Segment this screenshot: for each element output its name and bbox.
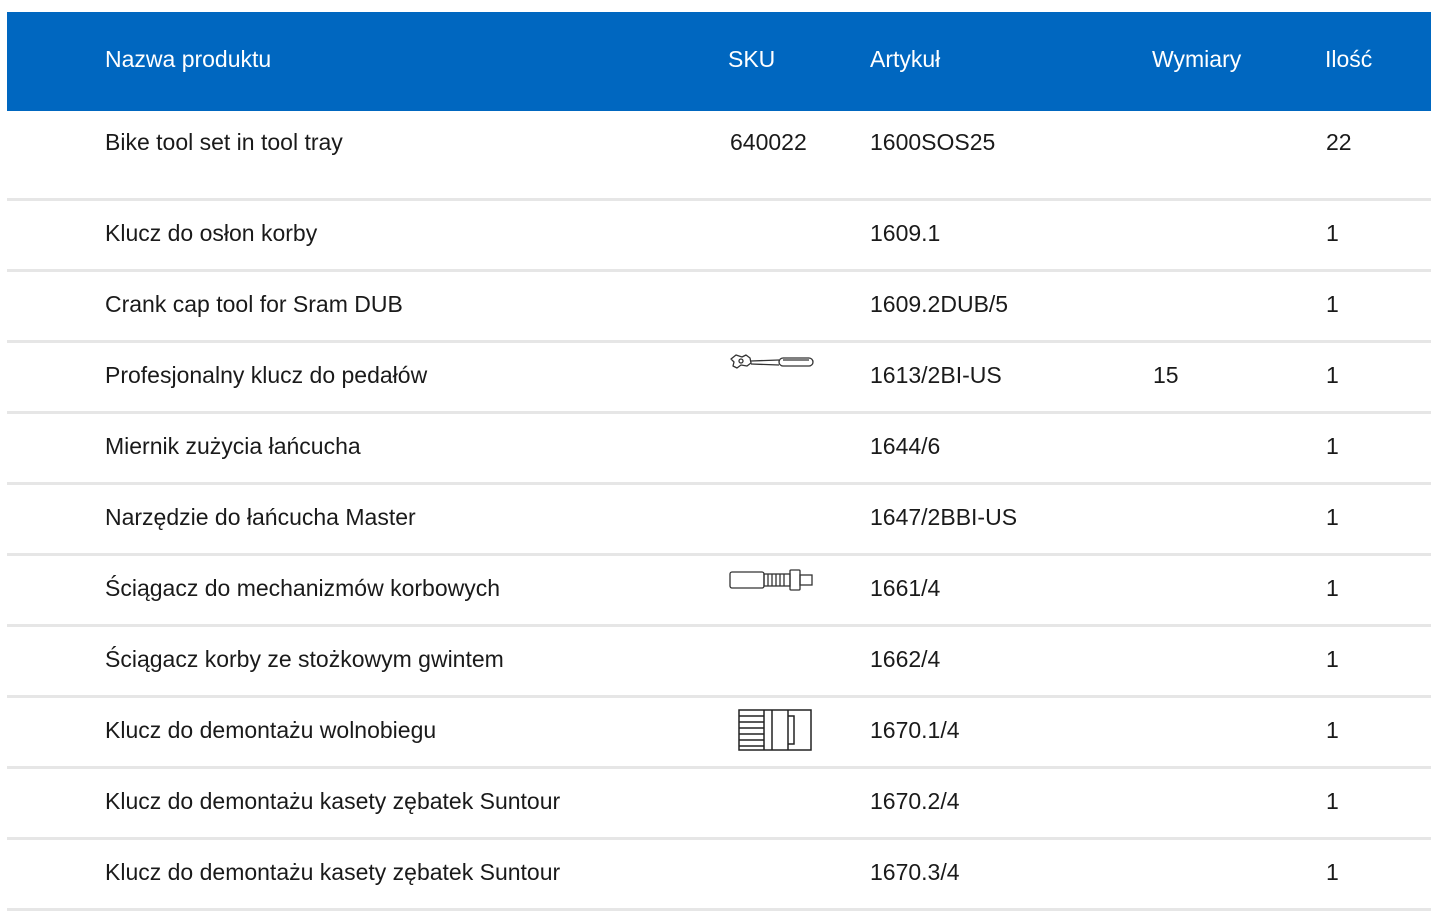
product-name: Ściągacz korby ze stożkowym gwintem	[105, 646, 504, 672]
table-row: Klucz do demontażu wolnobiegu 1670.1/4 1	[7, 698, 1431, 769]
table-header: Nazwa produktu SKU Artykuł Wymiary Ilość	[7, 12, 1431, 111]
header-name[interactable]: Nazwa produktu	[105, 12, 271, 107]
header-dimensions[interactable]: Wymiary	[1152, 12, 1241, 107]
product-quantity: 1	[1326, 504, 1339, 530]
product-article: 1600SOS25	[870, 129, 996, 155]
product-article: 1644/6	[870, 433, 941, 459]
product-quantity: 1	[1326, 788, 1339, 814]
product-name: Ściągacz do mechanizmów korbowych	[105, 575, 501, 601]
crank-puller-icon	[729, 569, 813, 591]
product-name: Klucz do osłon korby	[105, 220, 318, 246]
product-quantity: 1	[1326, 859, 1339, 885]
product-name: Miernik zużycia łańcucha	[105, 433, 361, 459]
product-article: 1670.2/4	[870, 788, 960, 814]
table-row: Klucz do demontażu kasety zębatek Suntou…	[7, 769, 1431, 840]
product-name: Klucz do demontażu kasety zębatek Suntou…	[105, 788, 561, 814]
product-name: Klucz do demontażu wolnobiegu	[105, 717, 437, 743]
header-article[interactable]: Artykuł	[870, 12, 940, 107]
product-quantity: 1	[1326, 220, 1339, 246]
header-sku[interactable]: SKU	[728, 12, 775, 107]
freewheel-remover-icon	[738, 709, 812, 751]
product-quantity: 1	[1326, 291, 1339, 317]
table-row: Ściągacz korby ze stożkowym gwintem 1662…	[7, 627, 1431, 698]
product-name: Klucz do demontażu kasety zębatek Suntou…	[105, 859, 561, 885]
product-article: 1670.1/4	[870, 717, 960, 743]
product-name: Profesjonalny klucz do pedałów	[105, 362, 428, 388]
header-quantity[interactable]: Ilość	[1325, 12, 1372, 107]
product-article: 1609.2DUB/5	[870, 291, 1009, 317]
product-article: 1670.3/4	[870, 859, 960, 885]
product-article: 1661/4	[870, 575, 941, 601]
product-name: Bike tool set in tool tray	[105, 129, 343, 155]
product-dimensions: 15	[1153, 362, 1179, 388]
table-row: Ściągacz do mechanizmów korbowych 1661/4…	[7, 556, 1431, 627]
product-article: 1647/2BBI-US	[870, 504, 1018, 530]
product-name: Narzędzie do łańcucha Master	[105, 504, 416, 530]
product-quantity: 22	[1326, 129, 1352, 155]
table-row: Klucz do osłon korby 1609.1 1	[7, 201, 1431, 272]
product-quantity: 1	[1326, 362, 1339, 388]
table-row: Crank cap tool for Sram DUB 1609.2DUB/5 …	[7, 272, 1431, 343]
product-quantity: 1	[1326, 717, 1339, 743]
product-sku: 640022	[730, 129, 807, 155]
table-row: Bike tool set in tool tray 640022 1600SO…	[7, 111, 1431, 201]
table-row: Miernik zużycia łańcucha 1644/6 1	[7, 414, 1431, 485]
product-quantity: 1	[1326, 646, 1339, 672]
product-quantity: 1	[1326, 575, 1339, 601]
table-row: Klucz do demontażu kasety zębatek Suntou…	[7, 840, 1431, 911]
table-row: Narzędzie do łańcucha Master 1647/2BBI-U…	[7, 485, 1431, 556]
product-article: 1613/2BI-US	[870, 362, 1002, 388]
product-article: 1662/4	[870, 646, 941, 672]
product-article: 1609.1	[870, 220, 941, 246]
pedal-wrench-icon	[730, 354, 814, 369]
product-name: Crank cap tool for Sram DUB	[105, 291, 403, 317]
product-table: Nazwa produktu SKU Artykuł Wymiary Ilość…	[7, 12, 1431, 911]
product-quantity: 1	[1326, 433, 1339, 459]
table-row: Profesjonalny klucz do pedałów 1613/2BI-…	[7, 343, 1431, 414]
